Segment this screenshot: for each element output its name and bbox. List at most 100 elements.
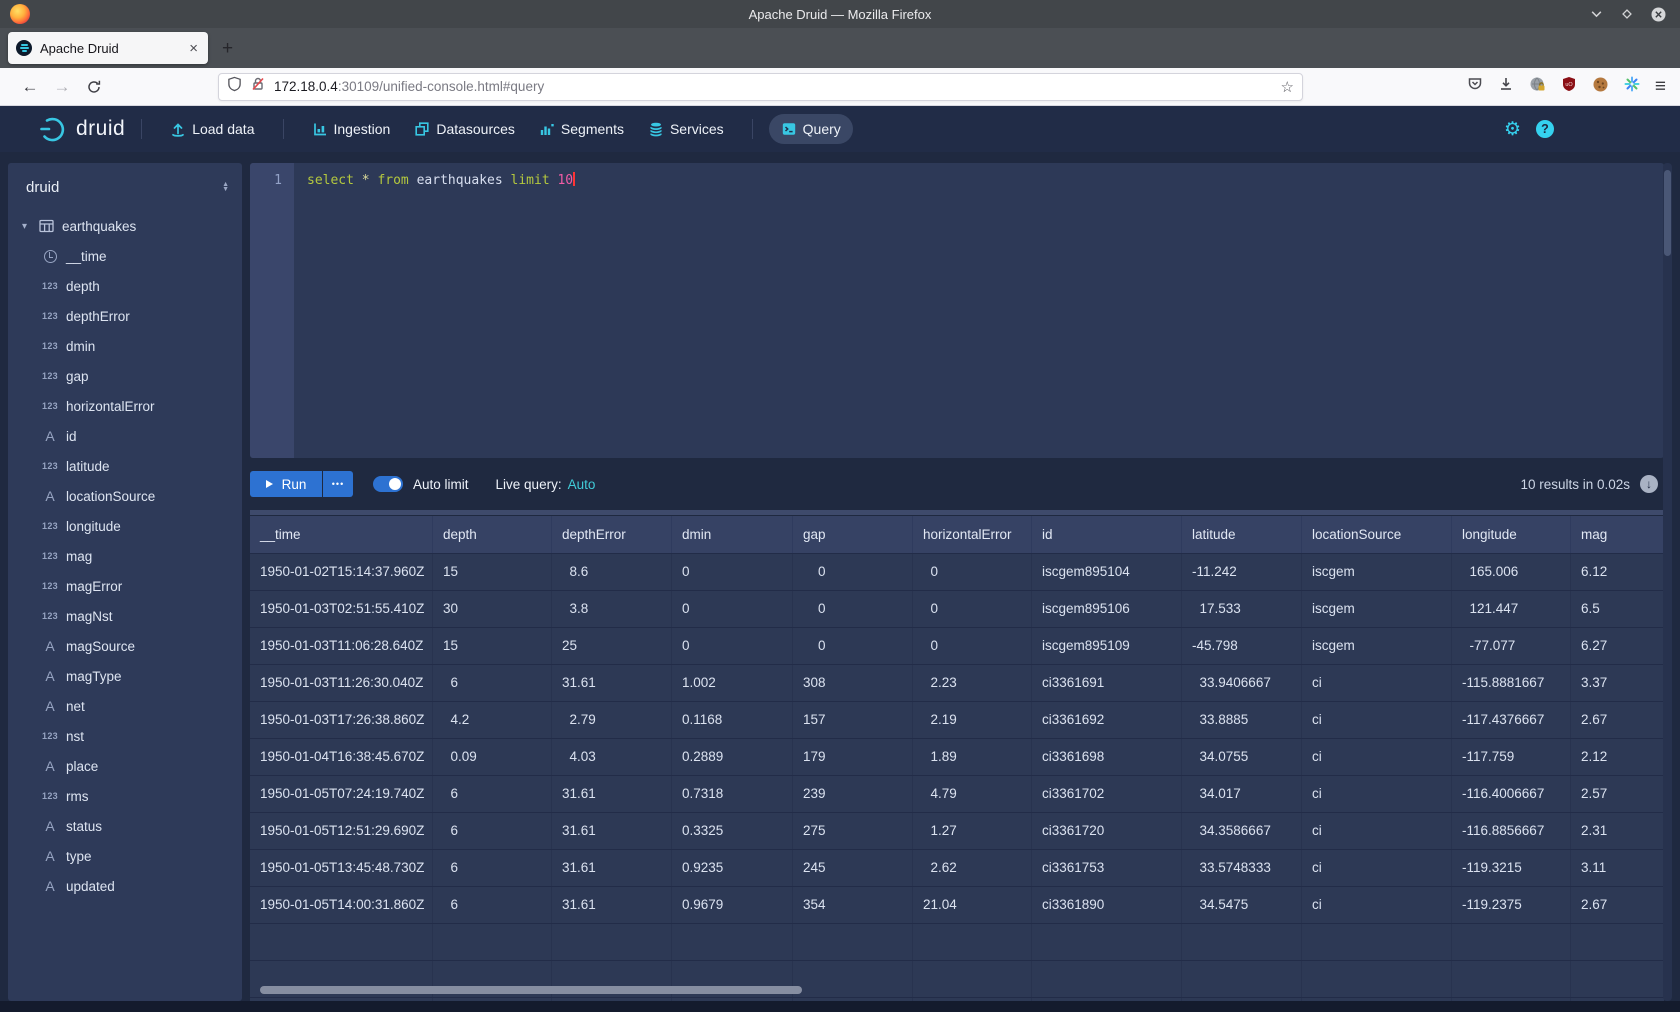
table-cell[interactable]	[1301, 961, 1451, 997]
bookmark-star-icon[interactable]: ☆	[1281, 78, 1294, 96]
table-cell[interactable]: 6	[432, 887, 551, 923]
table-cell[interactable]	[1031, 924, 1181, 960]
table-cell[interactable]: 0	[671, 591, 792, 627]
sql-editor[interactable]: 1 select * from earthquakes limit 10	[250, 163, 1664, 458]
table-cell[interactable]: 15	[432, 628, 551, 664]
tree-column-item[interactable]: updated	[8, 871, 242, 901]
table-cell[interactable]: 308	[792, 665, 912, 701]
forward-button[interactable]: →	[46, 73, 78, 101]
table-cell[interactable]	[671, 924, 792, 960]
table-cell[interactable]: 2.62	[912, 850, 1031, 886]
table-cell[interactable]	[792, 998, 912, 1001]
tree-column-item[interactable]: status	[8, 811, 242, 841]
table-cell[interactable]: 179	[792, 739, 912, 775]
table-cell[interactable]	[1301, 998, 1451, 1001]
table-cell[interactable]: 1950-01-03T17:26:38.860Z	[250, 702, 432, 738]
column-header[interactable]: longitude	[1451, 516, 1570, 553]
table-row[interactable]: 1950-01-02T15:14:37.960Z15 8.60 0 0iscge…	[250, 553, 1664, 590]
table-cell[interactable]: ci	[1301, 850, 1451, 886]
nav-segments[interactable]: Segments	[527, 114, 636, 144]
horizontal-scrollbar[interactable]	[260, 986, 802, 994]
vertical-scrollbar[interactable]	[1663, 163, 1672, 1001]
downloads-icon[interactable]	[1498, 76, 1514, 97]
tree-column-item[interactable]: depthError	[8, 301, 242, 331]
table-cell[interactable]: 34.0755	[1181, 739, 1301, 775]
table-cell[interactable]: -77.077	[1451, 628, 1570, 664]
table-cell[interactable]: 0	[912, 591, 1031, 627]
url-bar[interactable]: 172.18.0.4:30109/unified-console.html#qu…	[218, 73, 1303, 101]
table-cell[interactable]: -116.4006667	[1451, 776, 1570, 812]
tree-column-item[interactable]: magError	[8, 571, 242, 601]
tracking-shield-icon[interactable]	[227, 76, 242, 97]
tab-close-icon[interactable]: ×	[187, 40, 200, 57]
table-cell[interactable]: 6	[432, 776, 551, 812]
table-cell[interactable]: 1950-01-05T14:00:31.860Z	[250, 887, 432, 923]
table-cell[interactable]: 1950-01-04T16:38:45.670Z	[250, 739, 432, 775]
table-cell[interactable]: 33.5748333	[1181, 850, 1301, 886]
run-button[interactable]: Run	[250, 471, 322, 497]
tree-column-item[interactable]: net	[8, 691, 242, 721]
table-cell[interactable]: iscgem895104	[1031, 554, 1181, 590]
table-cell[interactable]: 3.11	[1570, 850, 1664, 886]
nav-datasources[interactable]: Datasources	[402, 114, 527, 144]
table-cell[interactable]: 0.3325	[671, 813, 792, 849]
table-cell[interactable]: iscgem	[1301, 591, 1451, 627]
table-cell[interactable]: iscgem	[1301, 628, 1451, 664]
table-cell[interactable]: 1.89	[912, 739, 1031, 775]
table-cell[interactable]	[1570, 961, 1664, 997]
table-cell[interactable]: 1950-01-02T15:14:37.960Z	[250, 554, 432, 590]
column-header[interactable]: gap	[792, 516, 912, 553]
table-cell[interactable]	[1181, 998, 1301, 1001]
table-cell[interactable]: 0	[792, 554, 912, 590]
table-cell[interactable]	[792, 924, 912, 960]
table-cell[interactable]: 34.017	[1181, 776, 1301, 812]
table-cell[interactable]: ci3361698	[1031, 739, 1181, 775]
table-cell[interactable]: 6	[432, 813, 551, 849]
table-cell[interactable]	[912, 924, 1031, 960]
table-row[interactable]: 1950-01-05T13:45:48.730Z 631.610.9235245…	[250, 849, 1664, 886]
table-cell[interactable]: ci	[1301, 739, 1451, 775]
table-cell[interactable]: ci3361720	[1031, 813, 1181, 849]
privacy-extension-icon[interactable]	[1529, 76, 1546, 98]
table-cell[interactable]: 245	[792, 850, 912, 886]
table-cell[interactable]: 1950-01-03T11:06:28.640Z	[250, 628, 432, 664]
table-cell[interactable]: 165.006	[1451, 554, 1570, 590]
column-header[interactable]: mag	[1570, 516, 1664, 553]
table-row[interactable]: 1950-01-04T16:38:45.670Z 0.09 4.030.2889…	[250, 738, 1664, 775]
table-cell[interactable]: 1.002	[671, 665, 792, 701]
table-cell[interactable]: ci3361692	[1031, 702, 1181, 738]
table-cell[interactable]: 33.9406667	[1181, 665, 1301, 701]
table-cell[interactable]: 30	[432, 591, 551, 627]
live-query-value[interactable]: Auto	[568, 477, 596, 492]
table-cell[interactable]: 31.61	[551, 850, 671, 886]
nav-load-data[interactable]: Load data	[158, 114, 266, 144]
table-cell[interactable]	[912, 998, 1031, 1001]
table-cell[interactable]	[1451, 961, 1570, 997]
table-cell[interactable]	[1570, 924, 1664, 960]
table-cell[interactable]: 31.61	[551, 665, 671, 701]
chevron-down-icon[interactable]: ▾	[22, 221, 39, 232]
table-cell[interactable]: ci	[1301, 887, 1451, 923]
table-cell[interactable]	[432, 998, 551, 1001]
table-cell[interactable]: -119.3215	[1451, 850, 1570, 886]
tree-column-item[interactable]: id	[8, 421, 242, 451]
table-cell[interactable]: 354	[792, 887, 912, 923]
new-tab-button[interactable]: +	[222, 39, 233, 58]
browser-tab[interactable]: Apache Druid ×	[8, 32, 208, 64]
table-cell[interactable]: 34.5475	[1181, 887, 1301, 923]
run-more-button[interactable]: •••	[323, 471, 353, 497]
table-row[interactable]: 1950-01-03T11:06:28.640Z15250 0 0iscgem8…	[250, 627, 1664, 664]
table-row[interactable]: 1950-01-05T12:51:29.690Z 631.610.3325275…	[250, 812, 1664, 849]
table-cell[interactable]	[432, 924, 551, 960]
table-cell[interactable]: 6	[432, 850, 551, 886]
insecure-lock-icon[interactable]	[250, 76, 266, 97]
table-cell[interactable]: iscgem895109	[1031, 628, 1181, 664]
column-header[interactable]: depth	[432, 516, 551, 553]
table-cell[interactable]: 0	[792, 628, 912, 664]
table-cell[interactable]	[250, 924, 432, 960]
cookie-extension-icon[interactable]	[1592, 76, 1609, 98]
table-cell[interactable]: 4.03	[551, 739, 671, 775]
druid-logo[interactable]: druid	[38, 114, 125, 144]
table-cell[interactable]: 6	[432, 665, 551, 701]
tree-column-item[interactable]: type	[8, 841, 242, 871]
